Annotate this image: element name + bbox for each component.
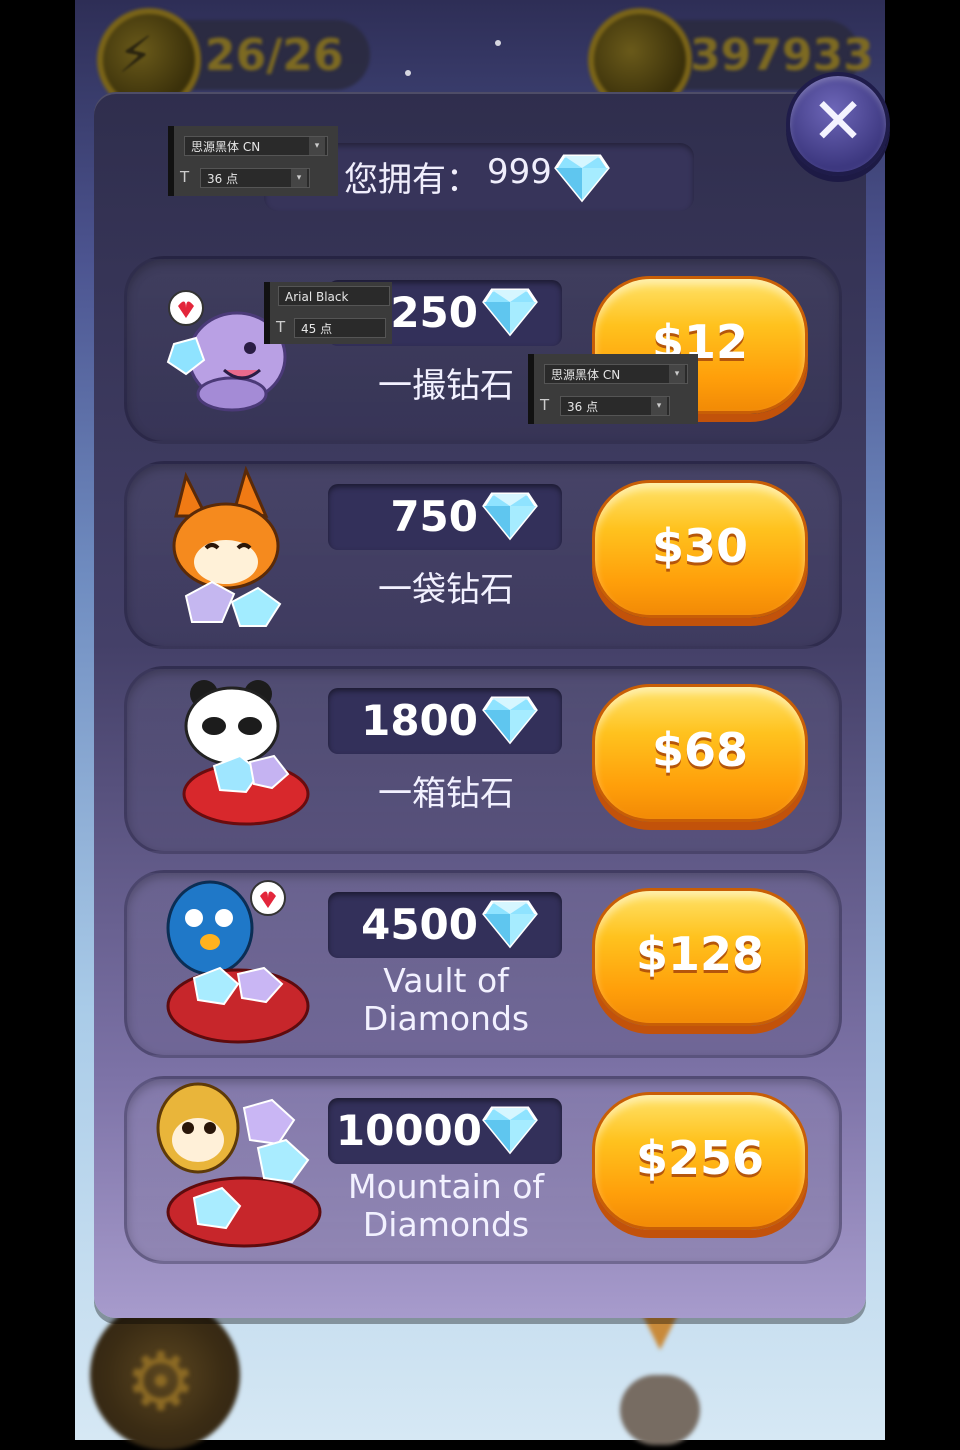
diamond-amount: 750 (390, 492, 478, 541)
font-family-field[interactable]: 思源黑体 CN ▾ (184, 136, 328, 156)
text-size-icon: T (276, 318, 286, 336)
blue-penguin-mascot-icon (166, 880, 310, 1044)
font-panel-overlay: Arial Black T 45 点 (264, 282, 392, 344)
star-decoration (405, 70, 411, 76)
monkey-mascot-icon (156, 1082, 322, 1248)
orange-fox-mascot-icon (172, 466, 282, 627)
buy-button[interactable]: $68 (592, 684, 808, 822)
font-panel-overlay: 思源黑体 CN ▾ T 36 点 ▾ (528, 354, 698, 424)
package-name: Vault of Diamonds (362, 961, 530, 1038)
chevron-down-icon: ▾ (291, 169, 307, 187)
font-family-value: 思源黑体 CN (191, 140, 261, 154)
diamond-icon (482, 1106, 538, 1155)
chevron-down-icon: ▾ (651, 397, 667, 415)
star-decoration (495, 40, 501, 46)
text-size-icon: T (180, 168, 190, 186)
diamond-icon (482, 492, 538, 541)
package-name: Mountain of Diamonds (347, 1167, 545, 1244)
font-size-field[interactable]: 45 点 (294, 318, 386, 338)
package-name: 一箱钻石 (378, 774, 514, 814)
gear-icon: ⚙ (125, 1335, 197, 1428)
buy-button[interactable]: $128 (592, 888, 808, 1026)
font-family-value: 思源黑体 CN (551, 368, 621, 382)
owned-value: 999 (487, 152, 552, 192)
font-size-field[interactable]: 36 点 ▾ (200, 168, 310, 188)
package-name: 一袋钻石 (378, 570, 514, 610)
diamond-icon (554, 154, 610, 203)
font-family-field[interactable]: Arial Black (278, 286, 390, 306)
diamond-amount: 1800 (361, 696, 478, 745)
text-size-icon: T (540, 396, 550, 414)
lightning-icon: ⚡ (118, 26, 154, 84)
buy-button[interactable]: $30 (592, 480, 808, 618)
owned-label: 您拥有： (344, 160, 480, 200)
rock-decoration (620, 1375, 700, 1445)
font-family-field[interactable]: 思源黑体 CN ▾ (544, 364, 688, 384)
diamond-icon (482, 288, 538, 337)
energy-count: 26/26 (205, 30, 344, 81)
font-size-value: 45 点 (301, 322, 333, 336)
buy-button[interactable]: $256 (592, 1092, 808, 1230)
panda-mascot-icon (182, 680, 310, 826)
price-label: $128 (635, 927, 765, 981)
diamond-amount: 4500 (361, 900, 478, 949)
font-size-value: 36 点 (207, 172, 239, 186)
font-size-field[interactable]: 36 点 ▾ (560, 396, 670, 416)
close-button[interactable]: ✕ (786, 72, 890, 176)
price-label: $256 (635, 1131, 765, 1185)
diamond-icon (482, 696, 538, 745)
chevron-down-icon: ▾ (309, 137, 325, 155)
font-size-value: 36 点 (567, 400, 599, 414)
diamond-icon (482, 900, 538, 949)
font-panel-overlay: 思源黑体 CN ▾ T 36 点 ▾ (168, 126, 338, 196)
diamond-amount: 10000 (335, 1106, 482, 1155)
price-label: $30 (651, 519, 749, 573)
chevron-down-icon: ▾ (669, 365, 685, 383)
price-label: $68 (651, 723, 749, 777)
font-family-value: Arial Black (285, 290, 349, 304)
